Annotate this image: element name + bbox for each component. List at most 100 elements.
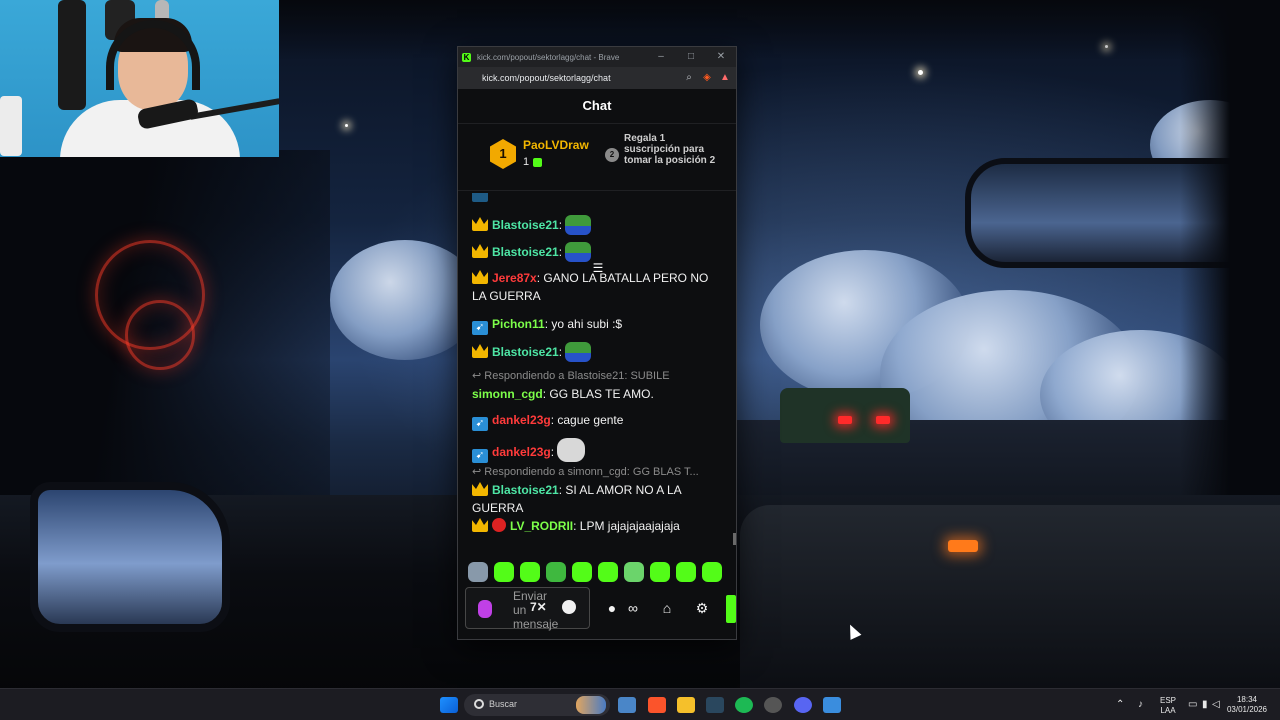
emote-icon[interactable] — [494, 562, 514, 582]
chat-username[interactable]: Blastoise21 — [492, 245, 559, 259]
chat-message: simonn_cgd: GG BLAS TE AMO. — [472, 385, 722, 403]
keyboard-layout: LAA — [1160, 706, 1176, 715]
crown-badge-icon — [472, 244, 488, 258]
crown-badge-icon — [472, 518, 488, 532]
reply-context[interactable]: ↩ Respondiendo a Blastoise21: SUBILE — [472, 369, 728, 382]
emote-icon[interactable] — [598, 562, 618, 582]
url-text[interactable]: kick.com/popout/sektorlagg/chat — [482, 73, 682, 83]
emote-icon[interactable] — [572, 562, 592, 582]
close-button[interactable]: ✕ — [706, 47, 736, 67]
address-bar[interactable]: kick.com/popout/sektorlagg/chat ⌕ ◈ ▲ — [458, 67, 736, 89]
emote-icon[interactable] — [702, 562, 722, 582]
network-icon[interactable]: ▭ — [1188, 699, 1197, 710]
settings-gear-icon[interactable]: ⚙ — [694, 598, 710, 618]
photos-app-icon[interactable] — [618, 697, 636, 713]
search-highlight-image — [576, 696, 606, 714]
emote-icon[interactable] — [468, 562, 488, 582]
emote-icon[interactable] — [624, 562, 644, 582]
emoji-picker-icon[interactable] — [562, 600, 576, 614]
chat-message-cutoff — [472, 193, 722, 205]
username-separator: : — [558, 245, 566, 259]
reply-context[interactable]: ↩ Respondiendo a simonn_cgd: GG BLAS T..… — [472, 465, 728, 478]
chat-messages: Blastoise21: Blastoise21: Jere87x: GANO … — [458, 193, 736, 555]
pepe-emote-icon[interactable] — [565, 215, 592, 235]
chat-username[interactable]: Blastoise21 — [492, 345, 559, 359]
og-badge-icon — [492, 518, 506, 532]
chat-username[interactable]: Jere87x — [492, 271, 537, 285]
tail-light — [838, 416, 852, 424]
chat-username[interactable]: simonn_cgd — [472, 387, 543, 401]
crown-badge-icon — [472, 270, 488, 284]
brave-shield-icon[interactable]: ◈ — [700, 71, 714, 85]
file-explorer-icon[interactable] — [677, 697, 695, 713]
window-title: kick.com/popout/sektorlagg/chat - Brave — [477, 52, 620, 62]
chat-username[interactable]: Blastoise21 — [492, 218, 559, 232]
zoom-icon[interactable]: ⌕ — [682, 71, 696, 85]
kick-emote-icon[interactable]: 7✕ — [530, 600, 547, 616]
chat-username[interactable]: dankel23g — [492, 413, 551, 427]
cat-emote-icon[interactable] — [557, 438, 586, 462]
chat-composer: Enviar un mensaje 7✕ ● ∞ ⌂ ⚙ — [458, 585, 736, 631]
notepad-icon[interactable] — [823, 697, 841, 713]
gift-leaderboard: 1 PaoLVDraw 1 2 Regala 1 suscripción par… — [458, 123, 736, 274]
gift-count-value: 1 — [523, 156, 530, 168]
voice-input-icon[interactable] — [478, 600, 492, 618]
volume-icon[interactable]: ◁ — [1212, 699, 1220, 710]
language-indicator[interactable]: ESP LAA — [1156, 696, 1180, 716]
chat-username[interactable]: Blastoise21 — [492, 483, 559, 497]
chat-username[interactable]: Pichon11 — [492, 317, 545, 331]
microphone-tray-icon[interactable]: ♪ — [1138, 699, 1143, 710]
reply-text: Respondiendo a Blastoise21: SUBILE — [484, 370, 670, 382]
star — [345, 124, 348, 127]
chat-message: ➹ dankel23g: — [472, 438, 722, 463]
taskbar-search[interactable]: Buscar — [464, 694, 610, 716]
emote-icon[interactable] — [676, 562, 696, 582]
message-input[interactable]: Enviar un mensaje 7✕ — [465, 587, 590, 631]
start-button-icon[interactable] — [440, 697, 458, 713]
window-titlebar[interactable]: K kick.com/popout/sektorlagg/chat - Brav… — [458, 47, 736, 67]
battery-icon[interactable]: ▮ — [1202, 699, 1208, 710]
clock-time: 18:34 — [1236, 695, 1258, 704]
chat-message: ➹ dankel23g: cague gente — [472, 411, 722, 431]
chat-message: LV_RODRII: LPM jajajajaajajaja — [472, 517, 722, 535]
username-separator: : — [573, 519, 580, 533]
store-icon[interactable]: ⌂ — [658, 598, 676, 618]
show-hidden-icons-icon[interactable]: ⌃ — [1116, 699, 1124, 710]
chat-username[interactable]: LV_RODRII — [510, 519, 573, 533]
clock[interactable]: 18:34 03/01/2026 — [1222, 695, 1272, 715]
search-icon — [474, 699, 484, 709]
tachometer-gauge — [125, 300, 195, 370]
pepe-emote-icon[interactable] — [565, 342, 592, 362]
discord-icon[interactable] — [794, 697, 812, 713]
leader-gift-count: 1 — [523, 156, 543, 168]
emote-icon[interactable] — [650, 562, 670, 582]
next-rank-badge: 2 — [605, 148, 619, 162]
guitar — [58, 0, 86, 110]
minimize-button[interactable]: – — [646, 47, 676, 67]
dashboard-right — [740, 505, 1280, 692]
crown-badge-icon — [472, 217, 488, 231]
emote-icon[interactable] — [520, 562, 540, 582]
subscriber-badge-icon: ➹ — [472, 417, 488, 431]
chat-scrollbar[interactable] — [733, 533, 736, 545]
maximize-button[interactable]: □ — [676, 47, 706, 67]
message-text: yo ahi subi :$ — [551, 317, 623, 331]
brave-rewards-icon[interactable]: ▲ — [718, 71, 732, 85]
quick-emote-strip — [458, 559, 736, 585]
emote-icon[interactable] — [546, 562, 566, 582]
crown-badge-icon — [472, 482, 488, 496]
brave-browser-icon[interactable] — [648, 697, 666, 713]
send-button[interactable] — [726, 595, 736, 623]
github-icon[interactable] — [764, 697, 782, 713]
gift-icon — [533, 157, 543, 167]
chat-username[interactable]: dankel23g — [492, 445, 551, 459]
infinity-icon[interactable]: ∞ — [622, 598, 644, 618]
username-separator: : — [550, 445, 558, 459]
steam-icon[interactable] — [706, 697, 724, 713]
bottle — [0, 96, 22, 156]
spotify-icon[interactable] — [735, 697, 753, 713]
pepe-emote-icon[interactable] — [565, 242, 592, 262]
tail-light — [876, 416, 890, 424]
leader-name[interactable]: PaoLVDraw — [523, 138, 589, 152]
dots-icon[interactable]: ● — [604, 598, 620, 618]
